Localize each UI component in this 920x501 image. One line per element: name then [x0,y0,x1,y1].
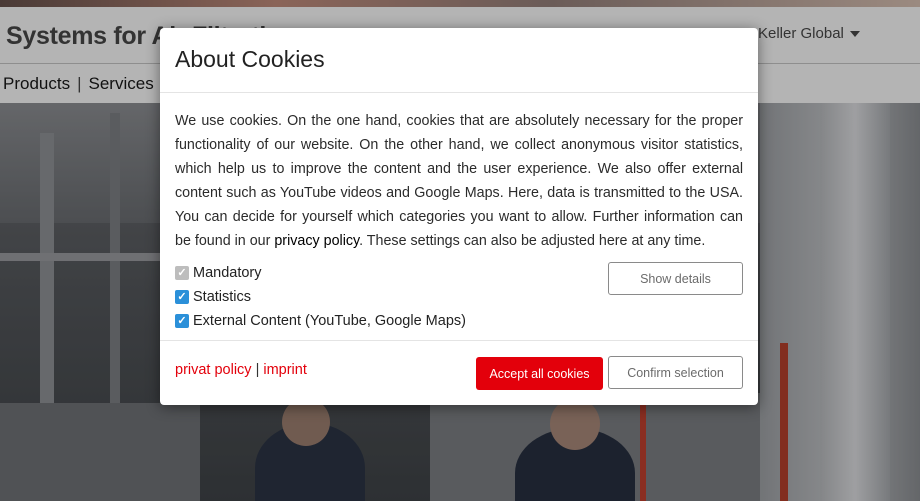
option-mandatory: ✓ Mandatory [175,261,466,285]
option-statistics[interactable]: ✓ Statistics [175,285,466,309]
hero-top-strip [0,0,920,7]
dialog-header-divider [160,92,758,93]
footer-links: privat policy | imprint [175,362,307,378]
dialog-title: About Cookies [175,46,325,72]
region-selector-label: Keller Global [758,25,844,42]
accept-all-cookies-button[interactable]: Accept all cookies [476,357,603,390]
privacy-policy-link[interactable]: privacy policy [274,233,359,249]
nav-item-services[interactable]: Services [89,74,154,93]
dialog-body-text: We use cookies. On the one hand, cookies… [175,109,743,253]
show-details-button[interactable]: Show details [608,262,743,295]
cookie-options: ✓ Mandatory ✓ Statistics ✓ External Cont… [175,261,466,333]
option-label: Mandatory [193,265,262,281]
chevron-down-icon [849,31,860,38]
privacy-policy-footer-link[interactable]: privat policy [175,362,252,378]
mandatory-checkbox: ✓ [175,266,189,280]
main-nav: Products | Services [3,74,154,94]
external-content-checkbox[interactable]: ✓ [175,314,189,328]
nav-separator: | [77,74,82,93]
dialog-footer-divider [160,340,758,341]
confirm-selection-button[interactable]: Confirm selection [608,356,743,389]
body-text-part-1: We use cookies. On the one hand, cookies… [175,113,743,249]
region-selector[interactable]: Keller Global [758,25,860,42]
statistics-checkbox[interactable]: ✓ [175,290,189,304]
option-label[interactable]: Statistics [193,289,251,305]
option-label[interactable]: External Content (YouTube, Google Maps) [193,313,466,329]
body-text-part-2: . These settings can also be adjusted he… [359,233,706,249]
option-external-content[interactable]: ✓ External Content (YouTube, Google Maps… [175,309,466,333]
nav-item-products[interactable]: Products [3,74,70,93]
imprint-link[interactable]: imprint [263,362,307,378]
cookie-dialog: About Cookies We use cookies. On the one… [160,28,758,405]
footer-separator: | [255,362,260,378]
